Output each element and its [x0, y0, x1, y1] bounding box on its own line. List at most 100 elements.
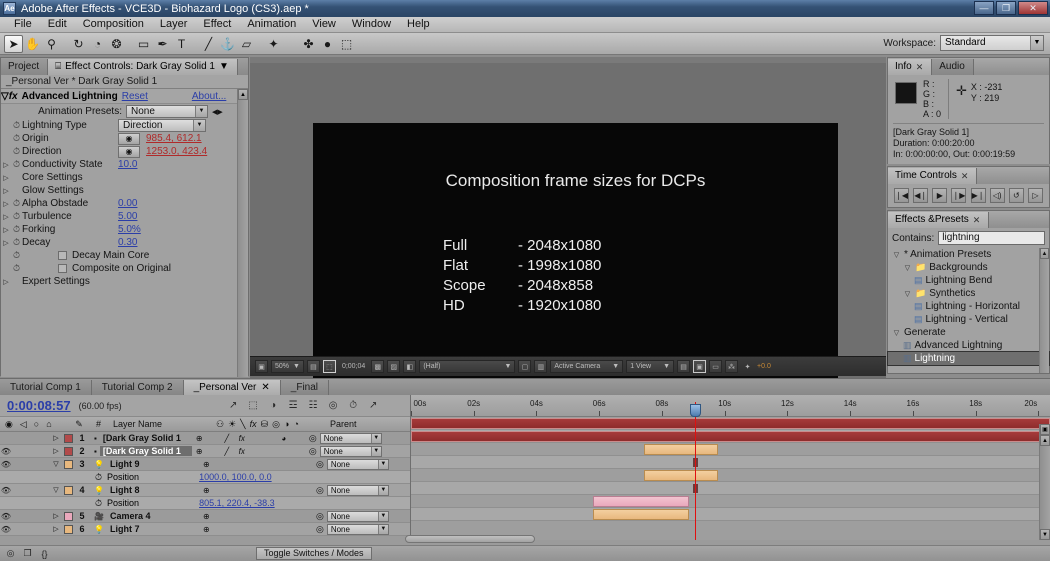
effects-tree-item[interactable]: ▤ Lightning Bend [888, 274, 1049, 287]
parent-pickwhip-icon[interactable]: ◎ [309, 446, 317, 457]
switch-adjustment[interactable] [288, 525, 297, 534]
shy-switch-icon[interactable]: ⚇ [216, 419, 224, 430]
exposure-value[interactable]: +0.0 [757, 363, 771, 370]
show-snapshot-icon[interactable]: ▨ [387, 360, 401, 373]
motion-blur-bottom-icon[interactable]: ❐ [21, 547, 34, 560]
parent-pickwhip-icon[interactable]: ◎ [316, 459, 324, 470]
switch-fx[interactable] [246, 460, 255, 469]
video-toggle[interactable]: 👁 [0, 525, 12, 534]
twirl-open-icon[interactable]: ▽ [903, 264, 912, 272]
layer-color-chip[interactable] [64, 485, 73, 495]
property-value[interactable]: 0.00 [118, 198, 137, 209]
auto-keyframe-icon[interactable]: ⏱ [347, 399, 360, 412]
video-toggle[interactable]: 👁 [0, 486, 12, 495]
timeline-tab[interactable]: _Final [280, 380, 330, 395]
parent-dropdown[interactable]: None ▼ [326, 523, 389, 535]
previous-frame-button[interactable]: ◀❘ [913, 188, 929, 203]
video-toggle-icon[interactable]: ◉ [5, 419, 13, 430]
layer-duration-bar[interactable] [644, 470, 718, 481]
property-value[interactable]: 5.00 [118, 211, 137, 222]
time-ruler[interactable]: 00s 02s 04s 06s 08s 10s 12s 14s 16s 18s 20s [411, 395, 1050, 417]
menu-item-effect[interactable]: Effect [195, 17, 239, 32]
twirl-icon[interactable]: ▷ [1, 213, 11, 221]
switch-shy[interactable]: ⊕ [196, 447, 205, 456]
switch-3d[interactable] [303, 512, 312, 521]
layer-duration-bar[interactable] [593, 496, 689, 507]
layer-duration-bar[interactable] [593, 509, 689, 520]
puppet-pin-tool[interactable]: ✦ [264, 35, 283, 53]
twirl-icon[interactable]: ▷ [1, 239, 11, 247]
switch-frameblend[interactable] [260, 512, 269, 521]
menu-item-composition[interactable]: Composition [75, 17, 152, 32]
layer-duration-bar[interactable] [644, 444, 718, 455]
region-of-interest-icon[interactable]: ⬚ [322, 360, 336, 373]
resolution-dropdown[interactable]: (Half) ▼ [419, 360, 516, 373]
stopwatch-icon[interactable]: ⏱ [95, 498, 102, 509]
about-link[interactable]: About... [192, 91, 226, 102]
last-frame-button[interactable]: ▶❘ [970, 188, 986, 203]
stopwatch-icon[interactable]: ⏱ [11, 133, 22, 144]
scroll-down-button[interactable]: ▼ [1040, 529, 1050, 540]
switch-collapse[interactable] [217, 486, 226, 495]
rotation-tool[interactable]: ↻ [69, 35, 88, 53]
graph-editor-icon[interactable]: ↗ [367, 399, 380, 412]
layer-color-chip[interactable] [64, 459, 73, 469]
layer-name[interactable]: [Dark Gray Solid 1 [100, 433, 192, 443]
magnification-dropdown[interactable]: 50% ▼ [271, 360, 304, 373]
twirl-icon[interactable]: ▷ [1, 278, 11, 286]
live-update-icon[interactable]: ↗ [227, 399, 240, 412]
parent-dropdown[interactable]: None ▼ [326, 484, 389, 496]
switch-collapse[interactable] [217, 512, 226, 521]
effects-tree-item[interactable]: ▽ Generate [888, 326, 1049, 339]
camera-dropdown[interactable]: Active Camera ▼ [550, 360, 624, 373]
property-dropdown[interactable]: Direction ▼ [118, 119, 206, 132]
track-row[interactable] [411, 495, 1050, 508]
switch-shy[interactable]: ⊕ [203, 512, 212, 521]
twirl-open-icon[interactable]: ▽ [892, 329, 901, 337]
switch-3d[interactable] [296, 447, 305, 456]
comp-flowchart-icon[interactable]: ◎ [4, 547, 17, 560]
effect-twirl-icon[interactable]: ▽ [1, 91, 9, 102]
parent-dropdown[interactable]: None ▼ [326, 510, 389, 522]
layer-name[interactable]: Light 7 [107, 524, 199, 534]
point-picker-button[interactable]: ◉ [118, 145, 140, 158]
close-icon[interactable]: ✕ [973, 212, 981, 228]
switch-3d[interactable] [296, 434, 305, 443]
close-icon[interactable]: ✕ [916, 59, 924, 75]
effects-tree-item[interactable]: ▽ 📁 Synthetics [888, 287, 1049, 300]
effect-controls-scrollbar[interactable]: ▲ [237, 89, 248, 377]
twirl-open-icon[interactable]: ▽ [892, 251, 901, 259]
channel-rgb-icon[interactable]: ◧ [403, 360, 417, 373]
stopwatch-icon[interactable]: ⏱ [11, 224, 22, 235]
tab-effects-presets[interactable]: Effects &Presets ✕ [888, 212, 990, 228]
switch-motionblur[interactable] [274, 512, 283, 521]
brush-tool[interactable]: ╱ [199, 35, 218, 53]
brainstorm-icon[interactable]: ◎ [327, 399, 340, 412]
twirl-icon[interactable]: ▷ [1, 174, 11, 182]
pixel-aspect-icon[interactable]: ▤ [677, 360, 691, 373]
hand-tool[interactable]: ✋ [23, 35, 42, 53]
eraser-tool[interactable]: ▱ [237, 35, 256, 53]
switch-fx[interactable]: fx [239, 434, 248, 443]
switch-quality[interactable] [231, 460, 240, 469]
world-axis-icon[interactable]: ● [318, 35, 337, 53]
switch-motionblur[interactable] [274, 460, 283, 469]
switch-3d[interactable] [303, 525, 312, 534]
always-preview-icon[interactable]: ▣ [255, 360, 268, 373]
parent-pickwhip-icon[interactable]: ◎ [316, 524, 324, 535]
stopwatch-icon[interactable]: ⏱ [11, 263, 22, 274]
track-row[interactable] [411, 469, 1050, 482]
audio-toggle-button[interactable]: ◁) [989, 188, 1005, 203]
switch-3d[interactable] [303, 460, 312, 469]
switch-fx[interactable] [246, 512, 255, 521]
track-row[interactable] [411, 482, 1050, 495]
scroll-up-button[interactable]: ▲ [1040, 248, 1049, 259]
motion-blur-switch-icon[interactable]: ◎ [272, 419, 280, 430]
views-dropdown[interactable]: 1 View ▼ [626, 360, 675, 373]
twirl-icon[interactable]: ▷ [1, 187, 11, 195]
local-axis-icon[interactable]: ✤ [299, 35, 318, 53]
property-value[interactable]: 5.0% [118, 224, 141, 235]
track-row[interactable] [411, 508, 1050, 521]
scroll-up-button[interactable]: ▲ [1040, 435, 1050, 446]
view-axis-icon[interactable]: ⬚ [337, 35, 356, 53]
